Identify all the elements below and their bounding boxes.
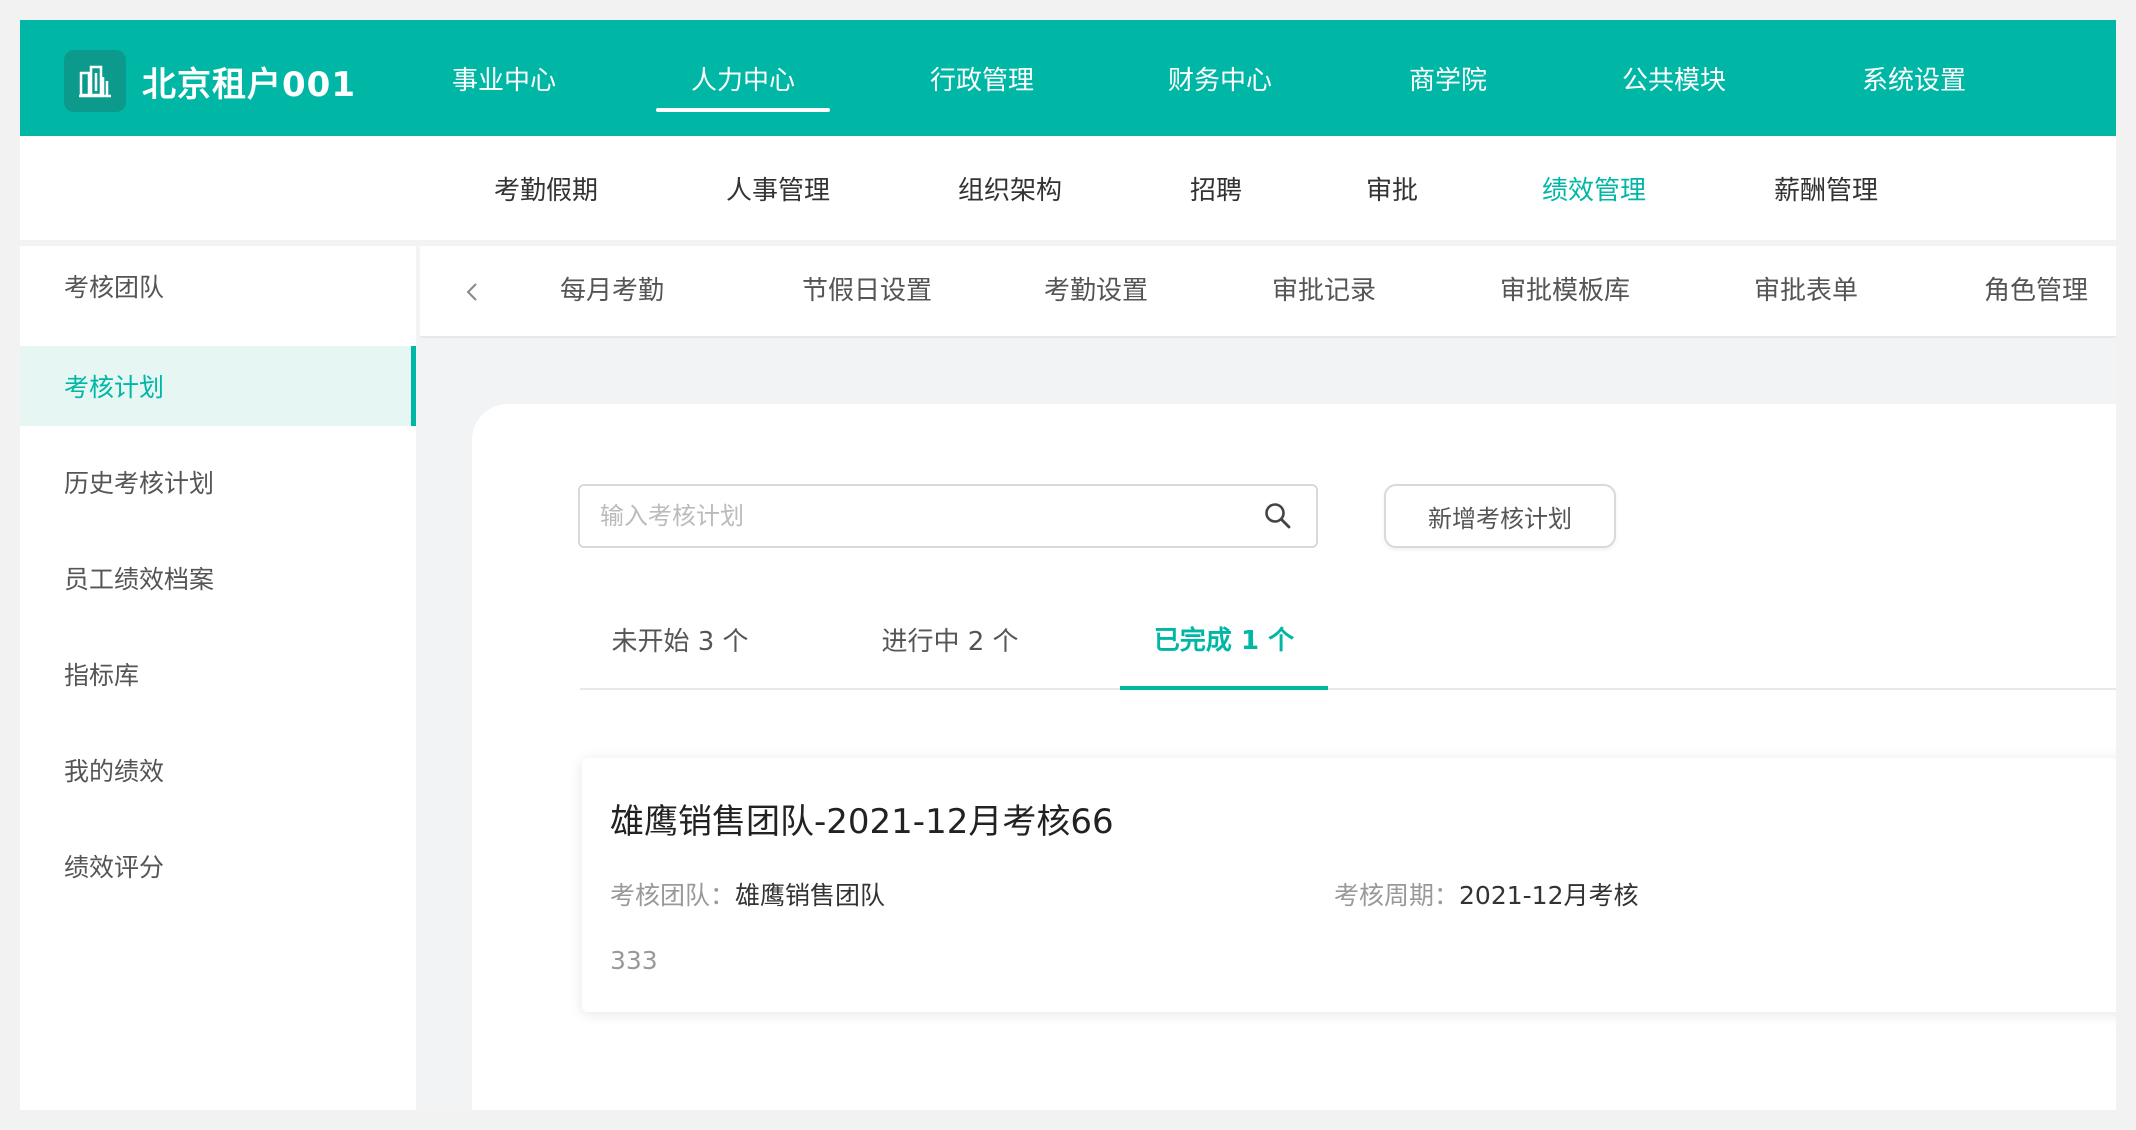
sub-nav-item-org[interactable]: 组织架构: [958, 136, 1062, 240]
search-input[interactable]: [600, 486, 1240, 546]
status-tab-not-started[interactable]: 未开始 3 个: [580, 590, 780, 688]
plan-title: 雄鹰销售团队-2021-12月考核66: [610, 802, 1114, 842]
search-box: [578, 484, 1318, 548]
search-icon[interactable]: [1262, 500, 1294, 532]
sidebar-item-history[interactable]: 历史考核计划: [20, 442, 416, 522]
plan-team-label: 考核团队：: [610, 881, 736, 910]
plan-period-value: 2021-12月考核: [1459, 881, 1639, 910]
top-nav-item-business[interactable]: 事业中心: [450, 20, 558, 136]
sub-nav-item-payroll[interactable]: 薪酬管理: [1774, 136, 1878, 240]
chevron-left-icon[interactable]: [464, 246, 480, 338]
tab-role-management[interactable]: 角色管理: [1984, 246, 2088, 330]
sidebar-item-archive[interactable]: 员工绩效档案: [20, 538, 416, 618]
tab-bar: 每月考勤 节假日设置 考勤设置 审批记录 审批模板库 审批表单 角色管理: [420, 246, 2116, 338]
brand-name: 北京租户001: [142, 64, 356, 105]
tab-attendance-settings[interactable]: 考勤设置: [1044, 246, 1148, 330]
sub-nav-item-performance[interactable]: 绩效管理: [1542, 136, 1646, 240]
plan-period-label: 考核周期：: [1334, 881, 1460, 910]
top-nav-item-settings[interactable]: 系统设置: [1860, 20, 1968, 136]
building-icon: [64, 50, 126, 112]
sidebar-item-team[interactable]: 考核团队: [20, 246, 416, 326]
sub-nav-item-personnel[interactable]: 人事管理: [726, 136, 830, 240]
status-tab-completed[interactable]: 已完成 1 个: [1120, 590, 1328, 690]
top-bar: 北京租户001 事业中心 人力中心 行政管理 财务中心 商学院 公共模块 系统设…: [20, 20, 2116, 136]
top-nav-item-academy[interactable]: 商学院: [1406, 20, 1490, 136]
app-frame: 北京租户001 事业中心 人力中心 行政管理 财务中心 商学院 公共模块 系统设…: [20, 20, 2116, 1110]
sub-nav-item-attendance[interactable]: 考勤假期: [494, 136, 598, 240]
plan-period: 考核周期：2021-12月考核: [1334, 876, 1638, 912]
sidebar-item-my-performance[interactable]: 我的绩效: [20, 730, 416, 810]
sub-nav: 考勤假期 人事管理 组织架构 招聘 审批 绩效管理 薪酬管理: [20, 136, 2116, 240]
sidebar-item-plan[interactable]: 考核计划: [20, 346, 416, 426]
add-plan-button[interactable]: 新增考核计划: [1384, 484, 1616, 548]
status-tabs: 未开始 3 个 进行中 2 个 已完成 1 个: [580, 590, 2116, 690]
plan-team: 考核团队：雄鹰销售团队: [610, 876, 885, 912]
top-nav-item-hr[interactable]: 人力中心: [656, 20, 830, 136]
content-panel: 新增考核计划 未开始 3 个 进行中 2 个 已完成 1 个 雄鹰销售团队-20…: [472, 404, 2116, 1110]
top-nav-item-admin[interactable]: 行政管理: [928, 20, 1036, 136]
sub-nav-item-approval[interactable]: 审批: [1366, 136, 1418, 240]
sidebar-item-scoring[interactable]: 绩效评分: [20, 826, 416, 906]
tab-monthly-attendance[interactable]: 每月考勤: [560, 246, 664, 330]
tab-holiday-settings[interactable]: 节假日设置: [802, 246, 932, 330]
brand[interactable]: 北京租户001: [64, 50, 356, 112]
plan-description: 333: [610, 946, 658, 975]
status-tab-in-progress[interactable]: 进行中 2 个: [850, 590, 1050, 688]
sidebar-item-indicators[interactable]: 指标库: [20, 634, 416, 714]
sidebar: 考核团队 考核计划 历史考核计划 员工绩效档案 指标库 我的绩效 绩效评分: [20, 246, 416, 1110]
plan-team-value: 雄鹰销售团队: [735, 881, 886, 910]
top-nav-item-public[interactable]: 公共模块: [1620, 20, 1728, 136]
tab-approval-templates[interactable]: 审批模板库: [1500, 246, 1630, 330]
sub-nav-item-recruit[interactable]: 招聘: [1190, 136, 1242, 240]
plan-card[interactable]: 雄鹰销售团队-2021-12月考核66 考核团队：雄鹰销售团队 考核周期：202…: [582, 758, 2116, 1012]
tab-approval-records[interactable]: 审批记录: [1272, 246, 1376, 330]
top-nav-item-finance[interactable]: 财务中心: [1166, 20, 1274, 136]
tab-approval-forms[interactable]: 审批表单: [1754, 246, 1858, 330]
